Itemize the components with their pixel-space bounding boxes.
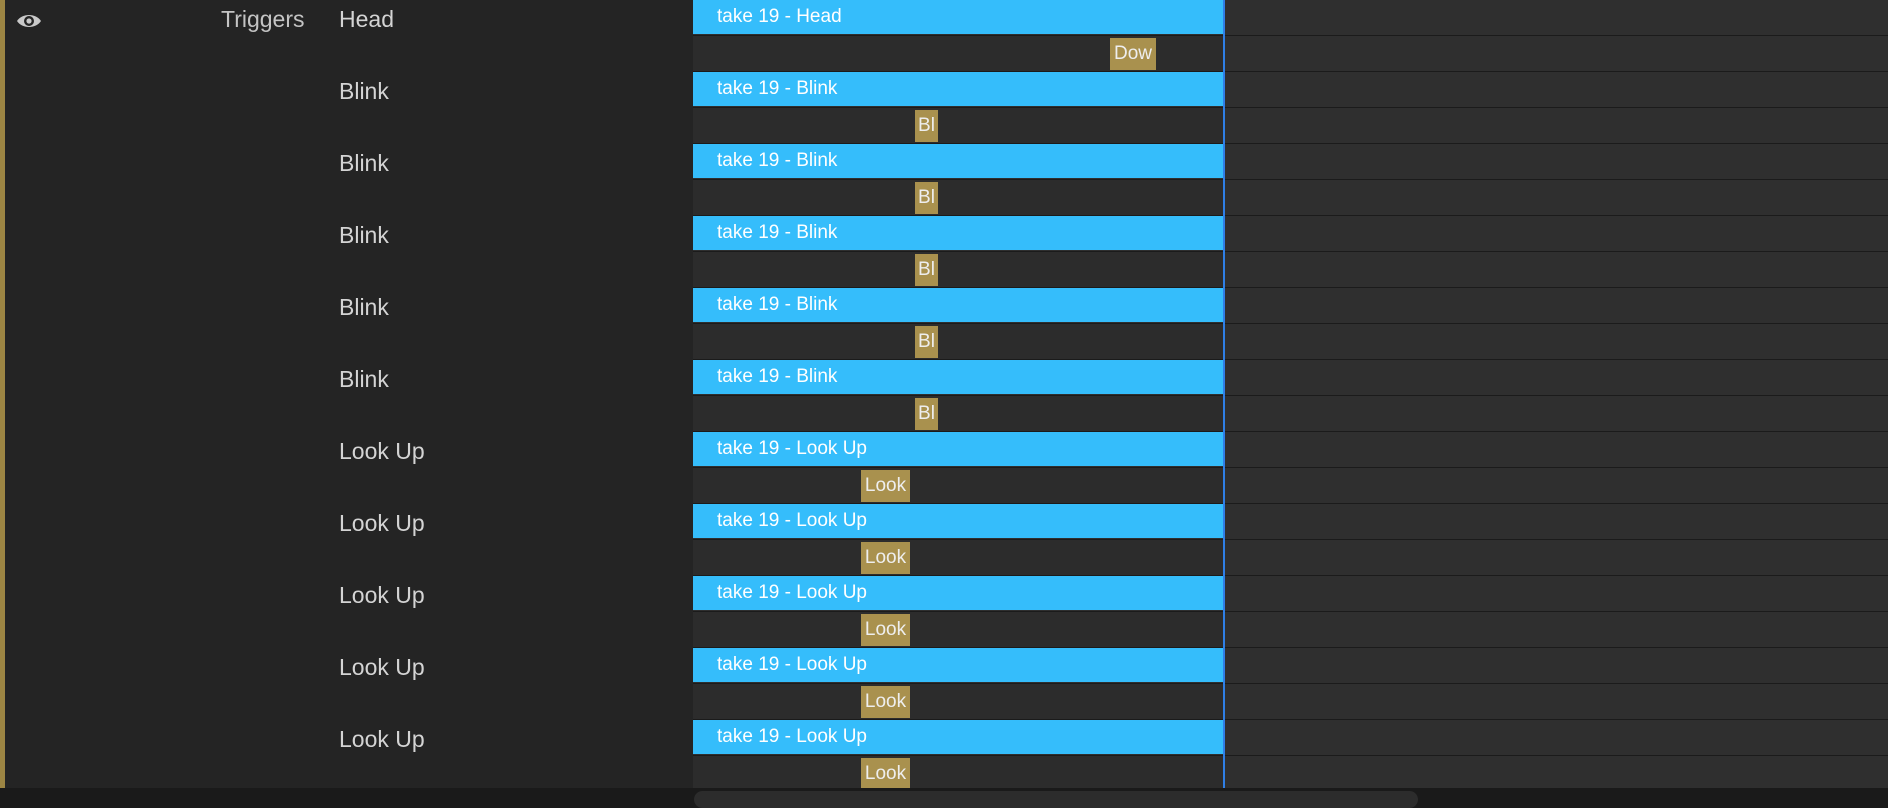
trigger-chip[interactable]: Look: [861, 542, 910, 574]
trigger-chip[interactable]: Bl: [915, 254, 938, 286]
take-bar[interactable]: take 19 - Blink: [693, 216, 1223, 250]
trigger-chip[interactable]: Bl: [915, 398, 938, 430]
take-bar[interactable]: take 19 - Look Up: [693, 648, 1223, 682]
take-row: take 19 - Blink: [693, 360, 1888, 396]
trigger-chip[interactable]: Look: [861, 614, 910, 646]
trigger-chip[interactable]: Dow: [1110, 38, 1156, 70]
take-bar-label: take 19 - Blink: [717, 150, 838, 171]
group-label: Triggers: [221, 6, 305, 32]
take-row: take 19 - Look Up: [693, 504, 1888, 540]
take-row: take 19 - Blink: [693, 144, 1888, 180]
take-bar-label: take 19 - Look Up: [717, 582, 867, 603]
scrollbar-thumb[interactable]: [694, 791, 1418, 808]
track-label[interactable]: Blink: [339, 294, 389, 321]
trigger-lane: [693, 756, 1223, 791]
track-label[interactable]: Blink: [339, 150, 389, 177]
take-row: take 19 - Look Up: [693, 720, 1888, 756]
take-row: take 19 - Blink: [693, 72, 1888, 108]
take-bar[interactable]: take 19 - Look Up: [693, 432, 1223, 466]
take-bar-label: take 19 - Head: [717, 6, 842, 27]
take-row: take 19 - Blink: [693, 288, 1888, 324]
trigger-row: Bl: [693, 324, 1888, 360]
timeline-area[interactable]: take 19 - Head Dow take 19 - Blink Bl take 1…: [693, 0, 1888, 792]
take-bar[interactable]: take 19 - Head: [693, 0, 1223, 34]
trigger-lane: [693, 180, 1223, 215]
take-row: take 19 - Look Up: [693, 648, 1888, 684]
trigger-row: Look: [693, 468, 1888, 504]
take-bar[interactable]: take 19 - Blink: [693, 288, 1223, 322]
track-label[interactable]: Look Up: [339, 582, 425, 609]
track-label[interactable]: Blink: [339, 222, 389, 249]
track-label[interactable]: Look Up: [339, 510, 425, 537]
trigger-row: Look: [693, 756, 1888, 792]
track-label[interactable]: Look Up: [339, 726, 425, 753]
take-row: take 19 - Look Up: [693, 576, 1888, 612]
trigger-row: Bl: [693, 180, 1888, 216]
track-label[interactable]: Look Up: [339, 438, 425, 465]
take-bar[interactable]: take 19 - Blink: [693, 144, 1223, 178]
trigger-lane: [693, 252, 1223, 287]
trigger-chip[interactable]: Look: [861, 758, 910, 790]
trigger-lane: [693, 396, 1223, 431]
track-label[interactable]: Head: [339, 6, 394, 33]
track-label[interactable]: Blink: [339, 366, 389, 393]
take-row: take 19 - Blink: [693, 216, 1888, 252]
take-row: take 19 - Head: [693, 0, 1888, 36]
trigger-chip[interactable]: Bl: [915, 326, 938, 358]
trigger-lane: [693, 468, 1223, 503]
take-bar[interactable]: take 19 - Look Up: [693, 720, 1223, 754]
trigger-lane: [693, 612, 1223, 647]
trigger-row: Look: [693, 540, 1888, 576]
trigger-row: Bl: [693, 396, 1888, 432]
take-bar-label: take 19 - Look Up: [717, 726, 867, 747]
trigger-row: Bl: [693, 108, 1888, 144]
take-bar-label: take 19 - Blink: [717, 366, 838, 387]
track-label[interactable]: Look Up: [339, 654, 425, 681]
take-row: take 19 - Look Up: [693, 432, 1888, 468]
trigger-lane: [693, 684, 1223, 719]
trigger-lane: [693, 108, 1223, 143]
take-bar[interactable]: take 19 - Blink: [693, 360, 1223, 394]
take-bar-label: take 19 - Look Up: [717, 654, 867, 675]
trigger-lane: [693, 324, 1223, 359]
trigger-row: Look: [693, 612, 1888, 648]
eye-icon[interactable]: [15, 11, 43, 31]
trigger-chip[interactable]: Bl: [915, 182, 938, 214]
take-bar-label: take 19 - Blink: [717, 294, 838, 315]
trigger-chip[interactable]: Look: [861, 470, 910, 502]
trigger-lane: [693, 540, 1223, 575]
track-label[interactable]: Blink: [339, 78, 389, 105]
trigger-row: Dow: [693, 36, 1888, 72]
take-bar[interactable]: take 19 - Look Up: [693, 576, 1223, 610]
take-bar-label: take 19 - Blink: [717, 222, 838, 243]
take-bar-label: take 19 - Look Up: [717, 438, 867, 459]
take-bar-label: take 19 - Look Up: [717, 510, 867, 531]
playhead[interactable]: [1223, 0, 1225, 788]
trigger-chip[interactable]: Bl: [915, 110, 938, 142]
track-header-panel: Triggers Head Blink Blink Blink Blink Blink Lo…: [5, 0, 693, 788]
take-bar-label: take 19 - Blink: [717, 78, 838, 99]
take-bar[interactable]: take 19 - Blink: [693, 72, 1223, 106]
take-bar[interactable]: take 19 - Look Up: [693, 504, 1223, 538]
trigger-row: Bl: [693, 252, 1888, 288]
trigger-chip[interactable]: Look: [861, 686, 910, 718]
trigger-row: Look: [693, 684, 1888, 720]
